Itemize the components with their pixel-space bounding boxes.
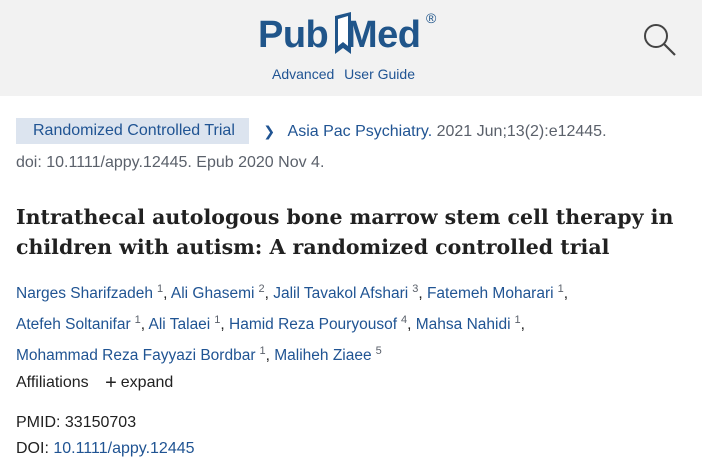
affiliation-ref[interactable]: 4 [401, 314, 407, 326]
article-content: Randomized Controlled Trial ❯ Asia Pac P… [16, 118, 696, 457]
header-links: Advanced User Guide [272, 66, 421, 82]
affiliations-label: Affiliations [16, 374, 89, 391]
expand-button[interactable]: + expand [105, 372, 174, 394]
search-button[interactable] [642, 22, 678, 58]
article-title: Intrathecal autologous bone marrow stem … [16, 205, 674, 259]
author-link[interactable]: Hamid Reza Pouryousof [229, 316, 397, 333]
author-link[interactable]: Narges Sharifzadeh [16, 285, 153, 302]
author-link[interactable]: Mahsa Nahidi [416, 316, 511, 333]
logo-pub-text: Pub [258, 14, 329, 56]
doi-label: DOI: [16, 440, 49, 457]
affiliation-ref[interactable]: 1 [214, 314, 220, 326]
affiliation-ref[interactable]: 3 [412, 283, 418, 295]
affiliation-ref[interactable]: 1 [135, 314, 141, 326]
pmid-label: PMID: [16, 414, 61, 431]
journal-link[interactable]: Asia Pac Psychiatry. [288, 123, 433, 140]
affiliation-ref[interactable]: 2 [258, 283, 264, 295]
pmid-row: PMID: 33150703 [16, 410, 195, 436]
affiliation-ref[interactable]: 1 [260, 345, 266, 357]
publication-type-badge[interactable]: Randomized Controlled Trial [16, 118, 249, 144]
search-icon [644, 24, 676, 56]
user-guide-link[interactable]: User Guide [344, 66, 415, 82]
doi-link[interactable]: 10.1111/appy.12445 [53, 440, 194, 457]
author-link[interactable]: Ali Ghasemi [171, 285, 255, 302]
author-link[interactable]: Ali Talaei [149, 316, 211, 333]
plus-icon: + [105, 372, 117, 394]
affiliations-toggle: Affiliations + expand [16, 372, 173, 395]
doi-row: DOI: 10.1111/appy.12445 [16, 436, 195, 462]
affiliation-ref[interactable]: 1 [558, 283, 564, 295]
citation-doi-epub: doi: 10.1111/appy.12445. Epub 2020 Nov 4… [16, 154, 325, 171]
author-link[interactable]: Maliheh Ziaee [274, 347, 371, 364]
article-citation: Randomized Controlled Trial ❯ Asia Pac P… [16, 118, 696, 145]
author-link[interactable]: Jalil Tavakol Afshari [273, 285, 408, 302]
author-link[interactable]: Mohammad Reza Fayyazi Bordbar [16, 347, 256, 364]
chevron-right-icon: ❯ [263, 123, 276, 139]
logo-med-text: Med [346, 14, 421, 56]
affiliation-ref[interactable]: 5 [376, 345, 382, 357]
pmid-value: 33150703 [64, 414, 137, 431]
affiliation-ref[interactable]: 1 [157, 283, 163, 295]
author-link[interactable]: Fatemeh Moharari [427, 285, 554, 302]
author-link[interactable]: Atefeh Soltanifar [16, 316, 131, 333]
authors-list: Narges Sharifzadeh 1, Ali Ghasemi 2, Jalil… [16, 283, 569, 364]
affiliation-ref[interactable]: 1 [515, 314, 521, 326]
citation-details: 2021 Jun;13(2):e12445. [436, 123, 607, 140]
advanced-search-link[interactable]: Advanced [272, 66, 334, 82]
site-header: Pub Med ® Advanced User Guide [0, 0, 702, 96]
expand-label: expand [120, 374, 174, 391]
registered-mark: ® [426, 10, 437, 26]
article-identifiers: PMID: 33150703 DOI: 10.1111/appy.12445 [16, 410, 195, 462]
